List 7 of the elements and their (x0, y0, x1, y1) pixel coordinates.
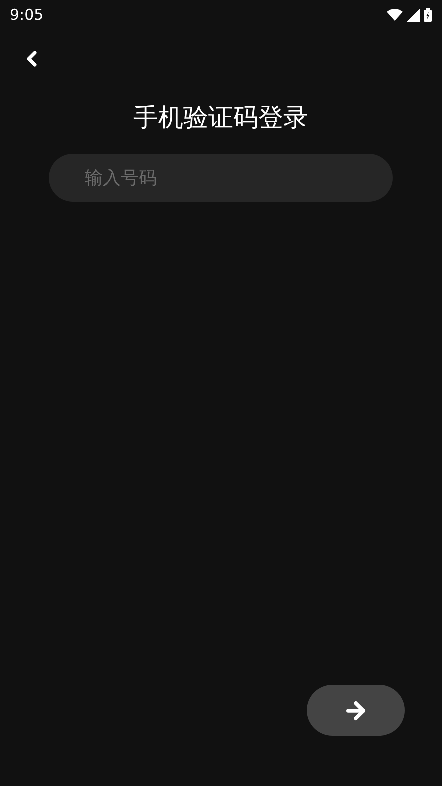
next-button[interactable] (307, 685, 405, 736)
battery-icon (424, 8, 432, 22)
signal-icon (407, 8, 420, 22)
page-title: 手机验证码登录 (132, 102, 310, 134)
wifi-icon (387, 9, 403, 21)
phone-input-field[interactable]: 输入号码 (49, 154, 393, 202)
status-time: 9:05 (10, 4, 44, 26)
